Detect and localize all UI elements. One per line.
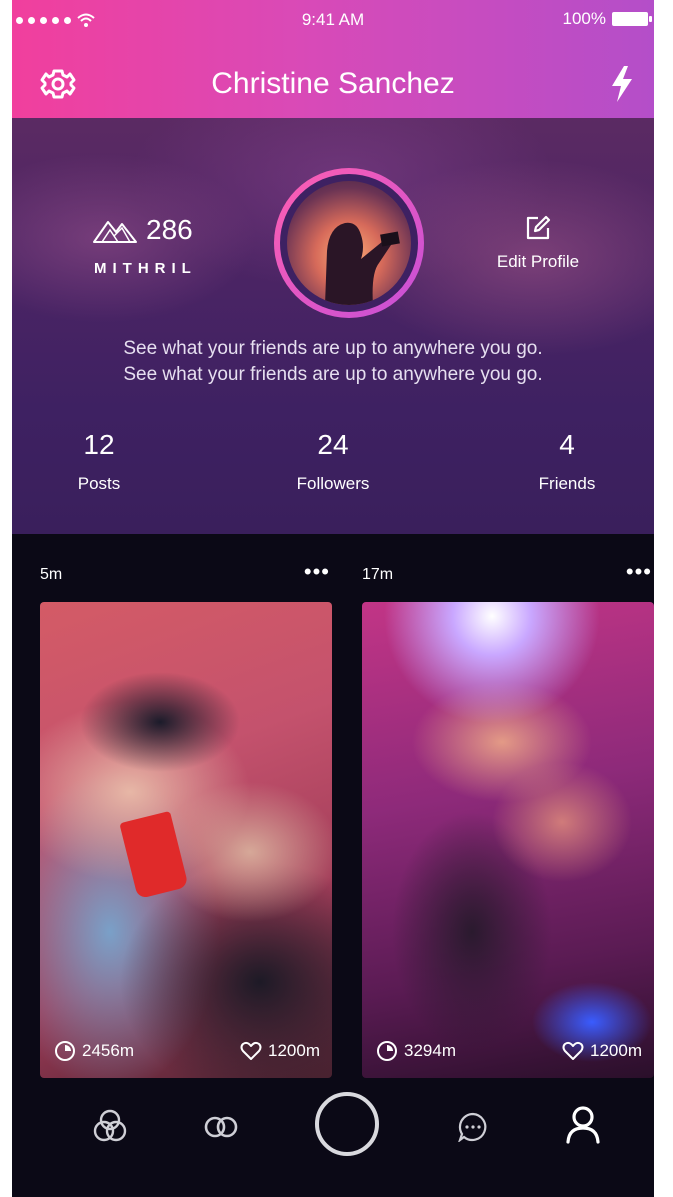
brand-badge[interactable]: 286 MITHRIL [92,214,242,277]
messages-icon [457,1112,487,1143]
phone-screen: 9:41 AM 100% Christine Sanchez 286 MITHR… [12,0,654,1197]
more-options-icon[interactable]: ••• [304,561,330,583]
post-card[interactable]: 17m ••• 3294m 1200m [362,534,654,1078]
stat-label: Friends [538,474,596,493]
post-card[interactable]: 5m ••• 2456m 1200m [40,534,332,1078]
edit-profile-button[interactable]: Edit Profile [478,214,598,272]
tab-explore[interactable] [92,1108,128,1144]
cup-shape [119,810,189,900]
edit-profile-label: Edit Profile [496,252,580,271]
page-title: Christine Sanchez [211,67,455,100]
stat-followers[interactable]: 24 Followers [226,428,440,494]
profile-bio: See what your friends are up to anywhere… [12,336,654,388]
stat-value: 12 [83,429,115,460]
stat-value: 4 [559,429,575,460]
post-photo[interactable]: 2456m 1200m [40,602,332,1078]
brand-count: 286 [146,214,193,245]
distance-value: 2456m [82,1041,134,1060]
mountain-icon [93,221,137,243]
tab-messages[interactable] [457,1112,488,1143]
connect-icon [204,1116,238,1138]
stat-friends[interactable]: 4 Friends [460,428,654,494]
camera-button[interactable] [315,1092,379,1156]
heart-icon [562,1041,584,1060]
tab-bar [12,1080,654,1197]
avatar [287,181,411,305]
flash-button[interactable] [606,64,638,104]
post-distance: 2456m [54,1040,134,1062]
post-likes[interactable]: 1200m [562,1040,642,1062]
stat-value: 24 [317,429,349,460]
post-likes[interactable]: 1200m [240,1040,320,1062]
bio-line: See what your friends are up to anywhere… [123,338,543,359]
edit-icon [526,215,551,240]
post-distance: 3294m [376,1040,456,1062]
post-time: 17m [362,566,394,583]
profile-stats: 12 Posts 24 Followers 4 Friends [12,428,654,494]
avatar-silhouette-icon [325,222,400,305]
distance-icon [377,1041,397,1061]
post-time: 5m [40,566,63,583]
tab-profile[interactable] [565,1104,601,1144]
stat-posts[interactable]: 12 Posts [12,428,206,494]
avatar-ring[interactable] [274,168,424,318]
lightning-icon [612,66,632,102]
bio-line: See what your friends are up to anywhere… [123,364,543,385]
battery-icon [612,12,652,26]
stat-label: Posts [77,474,121,493]
profile-header: 286 MITHRIL Edit Profile See what your f… [12,118,654,534]
post-feed: 5m ••• 2456m 1200m 17m ••• 3294m 1200m [12,534,654,1078]
stat-label: Followers [296,474,370,493]
likes-value: 1200m [590,1041,642,1060]
top-bar: 9:41 AM 100% Christine Sanchez [12,0,654,118]
status-time: 9:41 AM [301,10,365,29]
brand-name: MITHRIL [94,260,197,277]
distance-value: 3294m [404,1041,456,1060]
heart-icon [240,1041,262,1060]
tab-connect[interactable] [202,1110,240,1144]
profile-icon [566,1106,600,1144]
distance-icon [55,1041,75,1061]
post-photo[interactable]: 3294m 1200m [362,602,654,1078]
more-options-icon[interactable]: ••• [626,561,652,583]
battery-indicator: 100% [562,0,652,38]
likes-value: 1200m [268,1041,320,1060]
battery-percent: 100% [562,9,606,28]
explore-icon [93,1109,127,1142]
